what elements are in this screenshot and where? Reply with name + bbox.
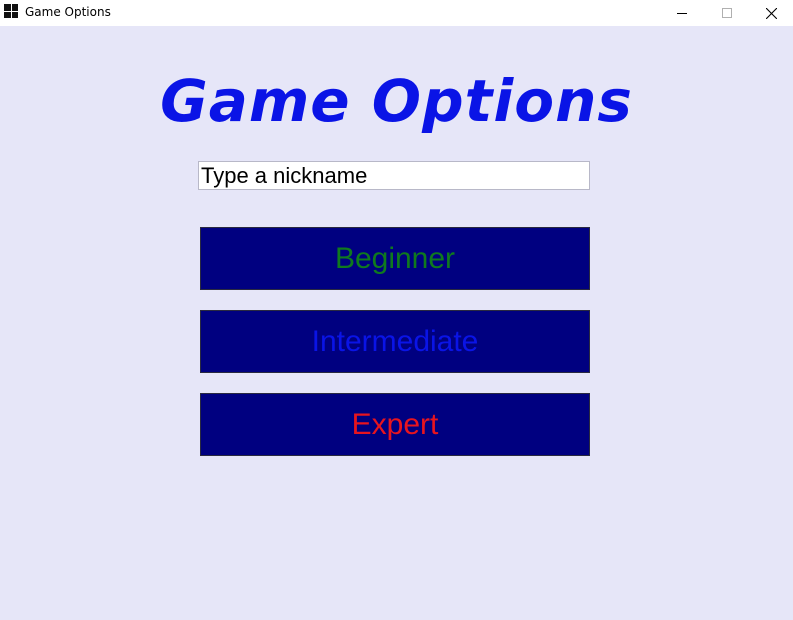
beginner-label: Beginner <box>334 241 456 275</box>
expert-button[interactable]: Expert <box>200 393 590 456</box>
app-icon <box>4 4 18 18</box>
options-panel: Game Options Beginner Intermediate Exper… <box>0 26 793 620</box>
intermediate-label: Intermediate <box>311 324 479 358</box>
close-icon <box>765 7 777 19</box>
maximize-button[interactable] <box>704 0 750 26</box>
close-button[interactable] <box>748 0 793 26</box>
title-bar[interactable]: Game Options <box>0 0 793 26</box>
minimize-button[interactable] <box>659 0 705 26</box>
game-options-window: Game Options Game Options Beginner Inter… <box>0 0 793 620</box>
expert-label: Expert <box>351 407 439 441</box>
window-title: Game Options <box>25 5 111 19</box>
intermediate-button[interactable]: Intermediate <box>200 310 590 373</box>
maximize-icon <box>722 8 732 18</box>
minimize-icon <box>677 13 687 14</box>
nickname-input[interactable] <box>198 161 590 190</box>
page-title: Game Options <box>160 67 633 135</box>
beginner-button[interactable]: Beginner <box>200 227 590 290</box>
